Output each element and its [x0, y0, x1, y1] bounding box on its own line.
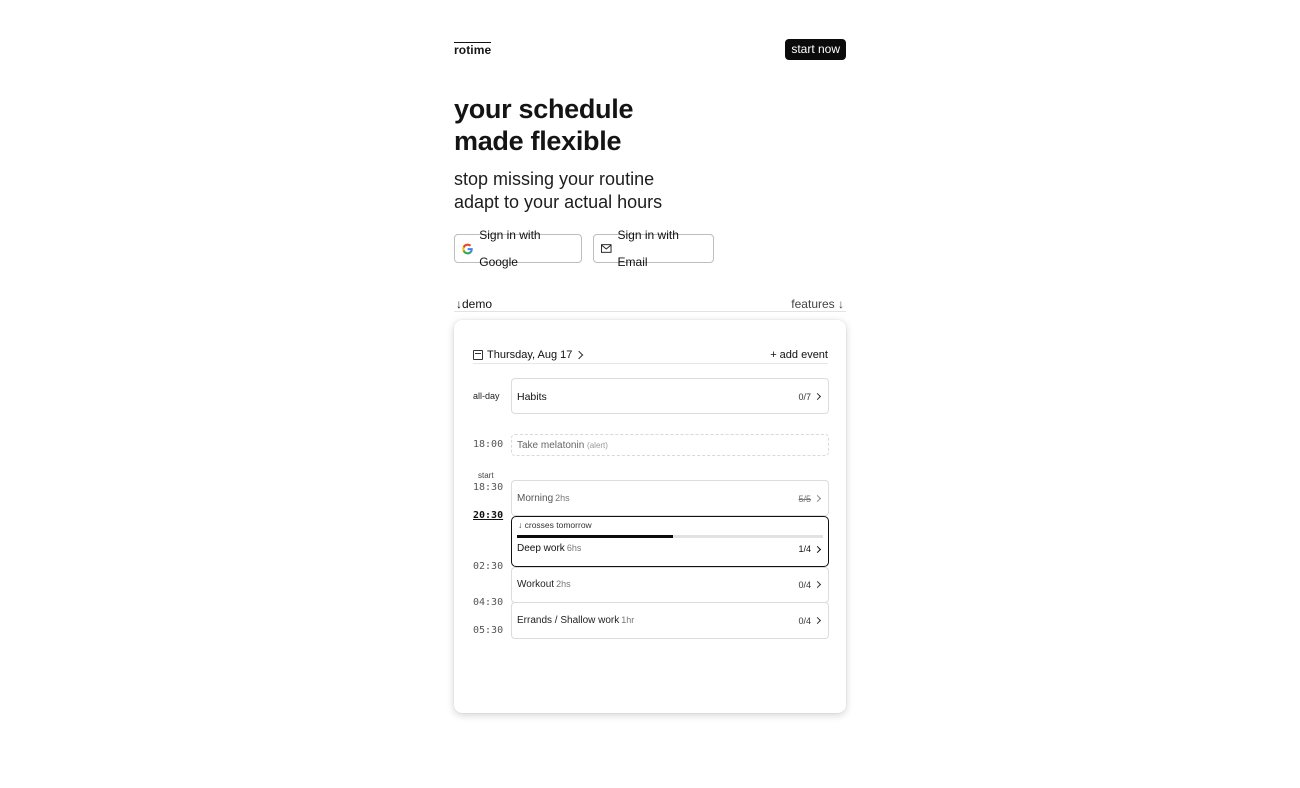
- hero-title-line2: made flexible: [454, 126, 622, 156]
- calendar-icon: [473, 350, 483, 360]
- chevron-right-icon: [813, 616, 822, 625]
- event-title: Workout: [517, 579, 555, 590]
- event-count: 1/4: [798, 544, 811, 554]
- demo-calendar-card: Thursday, Aug 17 + add event all-day Hab…: [454, 320, 846, 713]
- event-name: Habits: [517, 391, 547, 403]
- event-duration: 1hr: [621, 615, 635, 625]
- hero-subtitle-line1: stop missing your routine: [454, 169, 655, 189]
- event-title: Errands / Shallow work: [517, 615, 620, 626]
- allday-label: all-day: [473, 391, 500, 401]
- event-name: Errands / Shallow work 1hr: [517, 615, 634, 626]
- workout-event[interactable]: Workout 2hs 0/4: [511, 567, 829, 603]
- event-name: Workout 2hs: [517, 579, 571, 590]
- section-nav: ↓demo features ↓: [454, 296, 846, 312]
- progress-bar: [517, 535, 823, 538]
- sign-in-email-label: Sign in with Email: [617, 227, 679, 269]
- event-duration: 2hs: [556, 579, 571, 589]
- features-link[interactable]: features ↓: [791, 297, 844, 311]
- demo-link[interactable]: ↓demo: [456, 297, 492, 311]
- event-name: Morning 2hs: [517, 493, 570, 504]
- add-event-button[interactable]: + add event: [770, 349, 828, 361]
- chevron-right-icon: [813, 545, 822, 554]
- date-label: Thursday, Aug 17: [487, 349, 573, 361]
- chevron-right-icon[interactable]: [575, 350, 584, 360]
- google-icon: [462, 243, 473, 254]
- sign-in-google-button[interactable]: Sign in with Google: [454, 228, 582, 269]
- start-label: start: [478, 471, 494, 480]
- event-name: Take melatonin (alert): [517, 440, 608, 451]
- chevron-right-icon: [813, 580, 822, 589]
- time-label: 04:30: [473, 597, 504, 608]
- date-selector[interactable]: Thursday, Aug 17: [473, 349, 584, 361]
- hero-subtitle-line2: adapt to your actual hours: [454, 192, 663, 212]
- morning-event[interactable]: Morning 2hs 5/5: [511, 480, 829, 516]
- time-label: 05:30: [473, 625, 504, 636]
- event-name: Deep work 6hs: [517, 543, 581, 554]
- event-count: 0/4: [798, 616, 811, 626]
- sign-in-email-button[interactable]: Sign in with Email: [593, 228, 714, 269]
- event-count: 5/5: [798, 494, 811, 504]
- errands-event[interactable]: Errands / Shallow work 1hr 0/4: [511, 602, 829, 639]
- event-duration: 6hs: [566, 543, 582, 553]
- time-label: 18:00: [473, 439, 504, 450]
- chevron-right-icon: [813, 494, 822, 503]
- event-duration: 2hs: [555, 493, 570, 503]
- event-count: 0/4: [798, 580, 811, 590]
- chevron-right-icon: [813, 392, 822, 401]
- habits-event[interactable]: Habits 0/7: [511, 378, 829, 414]
- event-count: 0/7: [798, 392, 811, 402]
- deep-work-event[interactable]: ↓ crosses tomorrow Deep work 6hs 1/4: [511, 516, 829, 567]
- melatonin-event[interactable]: Take melatonin (alert): [511, 434, 829, 456]
- hero-subtitle: stop missing your routine adapt to your …: [454, 168, 662, 214]
- calendar-header: Thursday, Aug 17 + add event: [473, 349, 828, 364]
- hero-title: your schedule made flexible: [454, 93, 633, 157]
- event-alert-note: (alert): [587, 441, 608, 450]
- start-now-button[interactable]: start now: [785, 39, 846, 60]
- current-time-label: 20:30: [473, 510, 504, 521]
- mail-icon: [601, 244, 612, 253]
- crosses-tomorrow-banner: ↓ crosses tomorrow: [518, 520, 592, 530]
- event-title: Take melatonin: [517, 440, 585, 451]
- event-title: Morning: [517, 493, 554, 504]
- hero-title-line1: your schedule: [454, 94, 634, 124]
- logo[interactable]: rotime: [454, 42, 492, 56]
- time-label: 18:30: [473, 482, 504, 493]
- sign-in-google-label: Sign in with Google: [479, 227, 541, 269]
- time-label: 02:30: [473, 561, 504, 572]
- event-title: Deep work: [517, 543, 565, 554]
- progress-fill: [517, 535, 674, 538]
